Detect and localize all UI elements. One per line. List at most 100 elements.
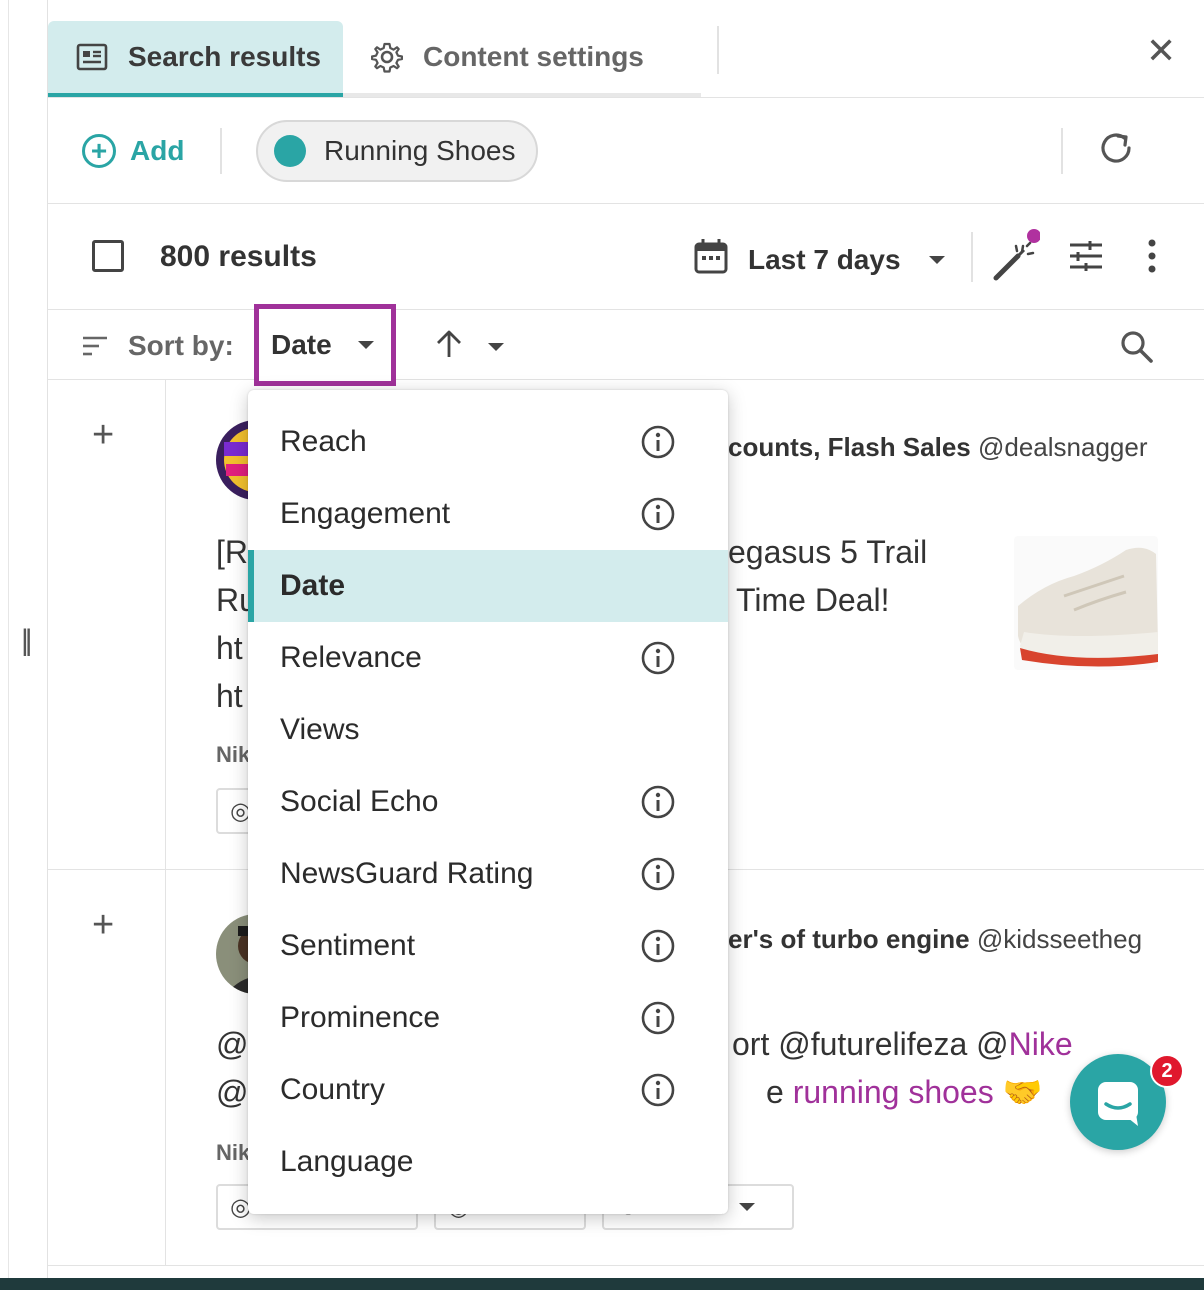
left-rail: || <box>0 0 48 1278</box>
post-text-line: Time Deal! <box>736 582 890 618</box>
arrow-up-icon <box>436 330 462 363</box>
post-text-fragment: [R <box>216 534 248 570</box>
handshake-emoji: 🤝 <box>1002 1074 1043 1110</box>
divider <box>1061 128 1063 174</box>
sort-field-select[interactable]: Date <box>254 304 396 386</box>
sort-option-relevance[interactable]: Relevance <box>248 622 728 694</box>
tab-content-settings[interactable]: Content settings <box>343 21 701 97</box>
post-link-fragment: ht <box>216 678 243 714</box>
option-label: Date <box>280 569 346 602</box>
tab-label: Search results <box>128 41 321 72</box>
sort-option-engagement[interactable]: Engagement <box>248 478 728 550</box>
gear-icon <box>371 41 403 73</box>
post-text-line: ort @futurelifeza @Nike <box>732 1020 1073 1068</box>
calendar-icon <box>694 238 728 281</box>
post-text-fragment: @ <box>216 1074 249 1110</box>
option-label: NewsGuard Rating <box>280 857 534 890</box>
sort-option-language[interactable]: Language <box>248 1126 728 1198</box>
sort-lines-icon <box>82 335 108 362</box>
add-label: Add <box>130 135 185 166</box>
sort-field-dropdown: Reach Engagement Date Relevance Views So… <box>248 390 728 1214</box>
add-to-list-icon[interactable]: + <box>92 414 114 457</box>
post-text-fragment: @ <box>216 1026 249 1062</box>
info-icon[interactable] <box>640 1000 676 1044</box>
option-label: Country <box>280 1073 386 1106</box>
magic-wand-icon[interactable] <box>992 226 1041 287</box>
post-image[interactable] <box>1014 536 1158 670</box>
option-label: Language <box>280 1145 414 1178</box>
rail-edge <box>8 0 9 1278</box>
chevron-down-icon <box>928 255 945 264</box>
tab-label: Content settings <box>423 41 644 72</box>
option-label: Sentiment <box>280 929 416 962</box>
add-query-button[interactable]: + Add <box>82 134 184 168</box>
search-icon[interactable] <box>1120 330 1154 369</box>
refresh-icon[interactable] <box>1096 128 1136 173</box>
post-source-fragment: Nik <box>216 1140 251 1165</box>
sort-field-value: Date <box>271 329 332 360</box>
results-toolbar: 800 results Last 7 days <box>48 204 1204 310</box>
post-link-fragment: ht <box>216 630 243 666</box>
add-to-list-icon[interactable]: + <box>92 904 114 947</box>
post-text-span: e <box>766 1074 793 1110</box>
tab-bar: Search results Content settings ✕ <box>48 0 1204 98</box>
desktop-background <box>0 1278 1204 1290</box>
post-author[interactable]: er's of turbo engine @kidsseetheg <box>728 924 1142 955</box>
sort-option-date[interactable]: Date <box>248 550 728 622</box>
info-icon[interactable] <box>640 424 676 468</box>
chevron-down-icon <box>488 342 504 351</box>
option-label: Prominence <box>280 1001 441 1034</box>
sort-option-sentiment[interactable]: Sentiment <box>248 910 728 982</box>
results-list-icon <box>76 43 108 71</box>
post-text-line: egasus 5 Trail <box>728 534 928 570</box>
sort-option-views[interactable]: Views <box>248 694 728 766</box>
query-chip[interactable]: Running Shoes <box>256 120 538 182</box>
option-label: Reach <box>280 425 367 458</box>
sort-option-newsguard-rating[interactable]: NewsGuard Rating <box>248 838 728 910</box>
post-text-line: e running shoes 🤝 <box>766 1068 1042 1116</box>
info-icon[interactable] <box>640 1072 676 1116</box>
sort-bar: Sort by: Date <box>48 304 1204 386</box>
author-name: counts, Flash Sales <box>728 432 971 462</box>
sort-option-country[interactable]: Country <box>248 1054 728 1126</box>
select-all-checkbox[interactable] <box>92 240 124 272</box>
option-label: Relevance <box>280 641 422 674</box>
option-label: Engagement <box>280 497 451 530</box>
sort-option-reach[interactable]: Reach <box>248 406 728 478</box>
plus-circle-icon: + <box>82 134 116 168</box>
info-icon[interactable] <box>640 784 676 828</box>
divider <box>220 128 222 174</box>
query-color-dot <box>274 135 306 167</box>
keyword-highlight: Nike <box>1008 1026 1073 1062</box>
resize-handle-icon[interactable]: || <box>21 624 32 658</box>
close-icon[interactable]: ✕ <box>1146 30 1176 72</box>
query-bar: + Add Running Shoes <box>48 98 1204 204</box>
filter-sliders-icon[interactable] <box>1068 240 1104 277</box>
post-text-span: ort @futurelifeza @ <box>732 1026 1009 1062</box>
tab-search-results[interactable]: Search results <box>48 21 343 97</box>
chat-notification-badge: 2 <box>1150 1054 1184 1088</box>
keyword-highlight: running shoes <box>792 1074 994 1110</box>
post-source-fragment: Nik <box>216 742 251 767</box>
option-label: Social Echo <box>280 785 439 818</box>
author-handle: @kidsseetheg <box>976 924 1143 954</box>
more-options-icon[interactable] <box>1142 238 1162 279</box>
post-author[interactable]: counts, Flash Sales @dealsnagger <box>728 432 1148 463</box>
info-icon[interactable] <box>640 640 676 684</box>
results-count: 800 results <box>160 240 317 273</box>
sort-direction-select[interactable] <box>436 330 504 363</box>
option-label: Views <box>280 713 360 746</box>
sort-option-social-echo[interactable]: Social Echo <box>248 766 728 838</box>
divider <box>971 232 973 282</box>
sort-option-prominence[interactable]: Prominence <box>248 982 728 1054</box>
chevron-down-icon <box>357 341 374 349</box>
info-icon[interactable] <box>640 496 676 540</box>
chevron-down-icon <box>738 1203 755 1211</box>
info-icon[interactable] <box>640 856 676 900</box>
query-chip-label: Running Shoes <box>324 135 516 166</box>
date-range-label: Last 7 days <box>748 243 901 275</box>
info-icon[interactable] <box>640 928 676 972</box>
sort-by-label: Sort by: <box>128 330 234 361</box>
date-range-select[interactable]: Last 7 days <box>694 238 945 281</box>
author-handle: @dealsnagger <box>977 432 1148 462</box>
